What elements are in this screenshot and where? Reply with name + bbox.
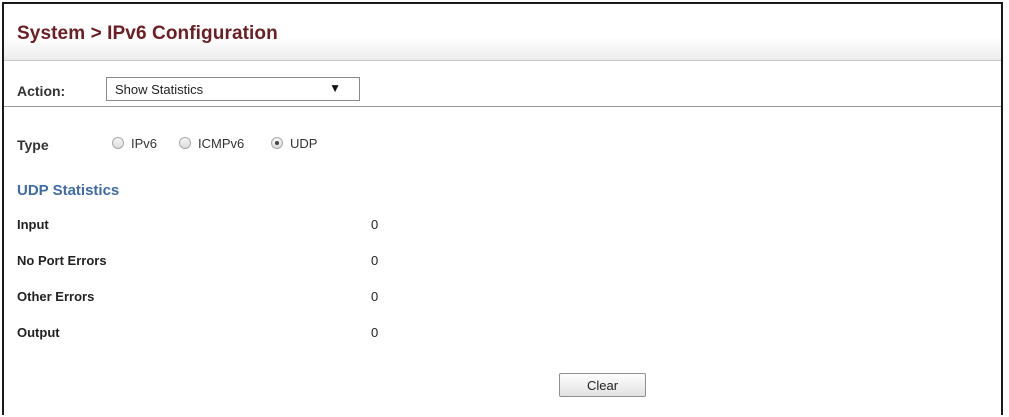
stat-value: 0 bbox=[371, 253, 379, 268]
title-divider bbox=[4, 60, 1001, 61]
stat-row-output: Output 0 bbox=[4, 325, 1001, 345]
radio-ipv6-label: IPv6 bbox=[131, 136, 158, 151]
radio-icmpv6-circle[interactable] bbox=[179, 137, 191, 149]
radio-udp[interactable]: UDP bbox=[271, 134, 327, 154]
title-bar: System > IPv6 Configuration bbox=[4, 4, 1001, 60]
clear-button[interactable]: Clear bbox=[559, 373, 646, 397]
stat-label: Other Errors bbox=[17, 289, 95, 304]
radio-udp-circle[interactable] bbox=[271, 137, 283, 149]
action-divider bbox=[4, 106, 1001, 107]
stat-label: Input bbox=[17, 217, 49, 232]
action-select[interactable]: Show Statistics ▼ bbox=[106, 77, 360, 101]
stat-label: Output bbox=[17, 325, 60, 340]
stat-row-other-errors: Other Errors 0 bbox=[4, 289, 1001, 309]
radio-icmpv6[interactable]: ICMPv6 bbox=[179, 134, 255, 154]
chevron-down-icon: ▼ bbox=[329, 81, 341, 95]
stat-row-no-port-errors: No Port Errors 0 bbox=[4, 253, 1001, 273]
stat-label: No Port Errors bbox=[17, 253, 107, 268]
stat-value: 0 bbox=[371, 289, 379, 304]
section-heading: UDP Statistics bbox=[17, 182, 120, 199]
radio-ipv6-circle[interactable] bbox=[112, 137, 124, 149]
stat-value: 0 bbox=[371, 325, 379, 340]
type-label: Type bbox=[17, 137, 49, 153]
radio-ipv6[interactable]: IPv6 bbox=[112, 134, 168, 154]
action-select-value: Show Statistics bbox=[115, 82, 204, 97]
page-title: System > IPv6 Configuration bbox=[17, 23, 278, 44]
radio-udp-label: UDP bbox=[290, 136, 318, 151]
stat-value: 0 bbox=[371, 217, 379, 232]
radio-icmpv6-label: ICMPv6 bbox=[198, 136, 245, 151]
action-row: Action: Show Statistics ▼ bbox=[4, 75, 1001, 105]
action-label: Action: bbox=[17, 83, 66, 99]
stat-row-input: Input 0 bbox=[4, 217, 1001, 237]
type-row: Type IPv6 ICMPv6 UDP bbox=[4, 134, 1001, 154]
content-panel: System > IPv6 Configuration Action: Show… bbox=[2, 2, 1003, 415]
